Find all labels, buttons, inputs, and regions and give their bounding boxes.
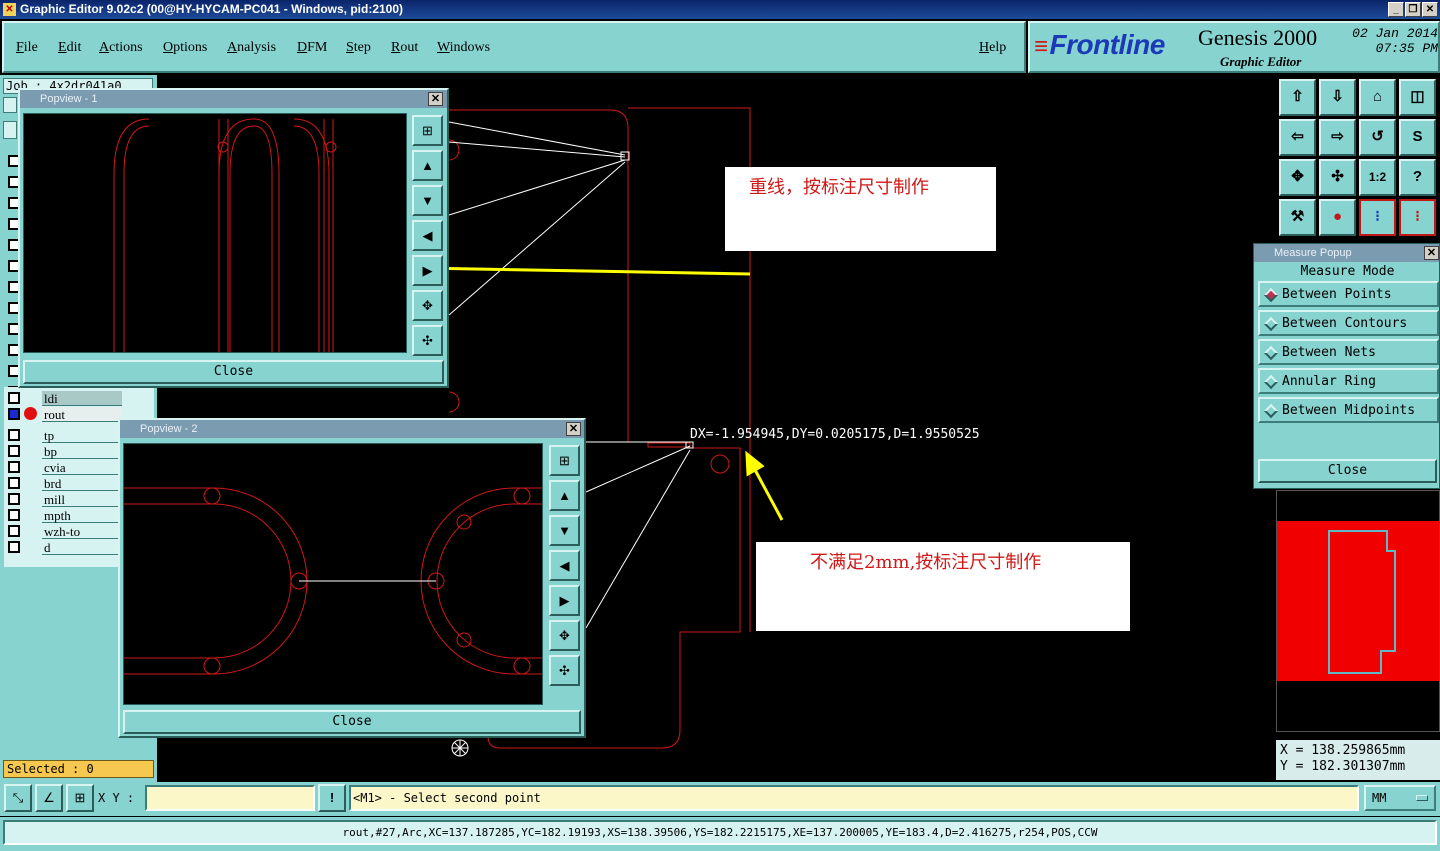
popview-2-pan-up-icon[interactable]: ▲ bbox=[549, 480, 580, 511]
popview-2-zoom-home-icon[interactable]: ⊞ bbox=[549, 445, 580, 476]
zoom-in-icon[interactable]: ✥ bbox=[1279, 159, 1316, 196]
mode-between-nets[interactable]: Between Nets bbox=[1258, 339, 1439, 365]
split-view-icon[interactable]: ◫ bbox=[1399, 79, 1436, 116]
radio-icon bbox=[1263, 374, 1279, 390]
rotate-icon[interactable]: ↺ bbox=[1359, 119, 1396, 156]
popview-1-close-icon[interactable]: ✕ bbox=[428, 92, 443, 106]
popview-2-window[interactable]: Popview - 2 ✕ ⊞ ▲ ▼ ◀ ▶ ✥ ✣ Close bbox=[118, 418, 586, 738]
annotation-note-2: 不满足2mm,按标注尺寸制作 bbox=[756, 542, 1130, 631]
zoom-line-3 bbox=[448, 159, 626, 216]
popview-1-pan-right-icon[interactable]: ▶ bbox=[412, 255, 443, 286]
select-tool-icon[interactable]: ⤡ bbox=[4, 784, 32, 812]
help-icon[interactable]: ? bbox=[1399, 159, 1436, 196]
mode-between-points[interactable]: Between Points bbox=[1258, 281, 1439, 307]
radio-icon bbox=[1263, 403, 1279, 419]
popview-2-title: Popview - 2 bbox=[140, 423, 198, 435]
arrow-2-shaft bbox=[752, 467, 784, 521]
popview-1-canvas[interactable] bbox=[23, 113, 407, 353]
command-bar: ⤡ ∠ ⊞ X Y : ! <M1> - Select second point… bbox=[0, 782, 1440, 816]
popview-1-zoom-home-icon[interactable]: ⊞ bbox=[412, 115, 443, 146]
scale-1-2-icon[interactable]: 1:2 bbox=[1359, 159, 1396, 196]
measure-close-button[interactable]: Close bbox=[1258, 459, 1437, 483]
prompt-line: <M1> - Select second point bbox=[349, 785, 1359, 811]
popview-1-title: Popview - 1 bbox=[40, 93, 98, 105]
overview-panel[interactable] bbox=[1276, 490, 1440, 732]
coord-x: X = 138.259865mm bbox=[1280, 743, 1406, 758]
xy-input[interactable] bbox=[145, 785, 315, 811]
grid-tool-icon[interactable]: ⊞ bbox=[66, 784, 94, 812]
pan-left-icon[interactable]: ⇦ bbox=[1279, 119, 1316, 156]
angle-tool-icon[interactable]: ∠ bbox=[35, 784, 63, 812]
popview-2-close-button[interactable]: Close bbox=[123, 710, 581, 734]
measure-title: Measure Popup bbox=[1274, 247, 1352, 259]
arrow-2-head bbox=[745, 450, 765, 477]
units-select[interactable]: MM bbox=[1364, 785, 1436, 811]
popview-2-zoom-in-icon[interactable]: ✥ bbox=[549, 620, 580, 651]
pan-up-icon[interactable]: ⇧ bbox=[1279, 79, 1316, 116]
option-label: Between Nets bbox=[1282, 345, 1376, 360]
popview-2-pan-right-icon[interactable]: ▶ bbox=[549, 585, 580, 616]
zoom-fit-icon[interactable]: ✣ bbox=[1319, 159, 1356, 196]
dropdown-icon bbox=[1416, 795, 1428, 801]
radio-icon bbox=[1263, 316, 1279, 332]
popview-1-window[interactable]: Popview - 1 ✕ ⊞ ▲ ▼ ◀ ▶ ✥ ✣ Close bbox=[18, 88, 449, 388]
popview-1-pan-down-icon[interactable]: ▼ bbox=[412, 185, 443, 216]
popview-1-title-bar[interactable]: Popview - 1 bbox=[20, 90, 447, 108]
view-toolbar: ⇧ ⇩ ⌂ ◫ ⇦ ⇨ ↺ S ✥ ✣ 1:2 ? ⚒ ● ⁝ ⁝ bbox=[1276, 76, 1440, 240]
measure-popup[interactable]: Measure Popup ✕ Measure Mode Between Poi… bbox=[1253, 243, 1440, 489]
feature-select-icon[interactable]: ● bbox=[1319, 199, 1356, 236]
feature-info: rout,#27,Arc,XC=137.187285,YC=182.19193,… bbox=[3, 820, 1437, 845]
measure-close-icon[interactable]: ✕ bbox=[1424, 246, 1439, 260]
radio-selected-icon bbox=[1263, 287, 1279, 303]
zoom-line-7 bbox=[585, 449, 691, 629]
cursor-coordinates: X = 138.259865mm Y = 182.301307mm bbox=[1276, 740, 1440, 780]
option-label: Between Midpoints bbox=[1282, 403, 1416, 418]
popview-1-pan-up-icon[interactable]: ▲ bbox=[412, 150, 443, 181]
alert-icon[interactable]: ! bbox=[318, 784, 346, 812]
popview-2-zoom-out-icon[interactable]: ✣ bbox=[549, 655, 580, 686]
measure-mode-label: Measure Mode bbox=[1300, 264, 1395, 279]
status-bar: rout,#27,Arc,XC=137.187285,YC=182.19193,… bbox=[0, 817, 1440, 851]
home-icon[interactable]: ⌂ bbox=[1359, 79, 1396, 116]
pan-down-icon[interactable]: ⇩ bbox=[1319, 79, 1356, 116]
notch-2 bbox=[448, 391, 460, 413]
drill-hole bbox=[710, 454, 730, 474]
xy-label: X Y : bbox=[98, 791, 135, 805]
zoom-line-1 bbox=[448, 121, 626, 156]
measure-title-bar[interactable]: Measure Popup bbox=[1254, 244, 1439, 262]
zoom-line-4 bbox=[448, 161, 626, 316]
popview-2-pan-down-icon[interactable]: ▼ bbox=[549, 515, 580, 546]
arrow-1-shaft bbox=[419, 266, 751, 276]
popview-2-close-icon[interactable]: ✕ bbox=[566, 422, 581, 436]
popview-2-canvas[interactable] bbox=[123, 443, 543, 705]
mode-annular-ring[interactable]: Annular Ring bbox=[1258, 368, 1439, 394]
snap-icon[interactable]: S bbox=[1399, 119, 1436, 156]
mode-between-midpoints[interactable]: Between Midpoints bbox=[1258, 397, 1439, 423]
popview-1-pan-left-icon[interactable]: ◀ bbox=[412, 220, 443, 251]
pan-right-icon[interactable]: ⇨ bbox=[1319, 119, 1356, 156]
units-value: MM bbox=[1372, 791, 1387, 805]
popview-1-zoom-out-icon[interactable]: ✣ bbox=[412, 325, 443, 356]
annotation-note-1: 重线，按标注尺寸制作 bbox=[725, 167, 996, 251]
popview-1-zoom-in-icon[interactable]: ✥ bbox=[412, 290, 443, 321]
measure-readout: DX=-1.954945,DY=0.0205175,D=1.9550525 bbox=[690, 427, 980, 442]
popview-2-title-bar[interactable]: Popview - 2 bbox=[120, 420, 584, 438]
option-label: Annular Ring bbox=[1282, 374, 1376, 389]
measure-pad bbox=[647, 442, 691, 448]
overview-map[interactable] bbox=[1277, 491, 1439, 731]
zoom-line-6 bbox=[585, 445, 691, 493]
popview-1-close-button[interactable]: Close bbox=[23, 360, 444, 384]
net-trace-icon[interactable]: ⁝ bbox=[1399, 199, 1436, 236]
net-highlight-icon[interactable]: ⁝ bbox=[1359, 199, 1396, 236]
zoom-line-2 bbox=[448, 141, 626, 158]
popview-2-pan-left-icon[interactable]: ◀ bbox=[549, 550, 580, 581]
radio-icon bbox=[1263, 345, 1279, 361]
coord-y: Y = 182.301307mm bbox=[1280, 759, 1406, 774]
option-label: Between Contours bbox=[1282, 316, 1408, 331]
option-label: Between Points bbox=[1282, 287, 1392, 302]
mode-between-contours[interactable]: Between Contours bbox=[1258, 310, 1439, 336]
measure-tool-icon[interactable]: ⚒ bbox=[1279, 199, 1316, 236]
